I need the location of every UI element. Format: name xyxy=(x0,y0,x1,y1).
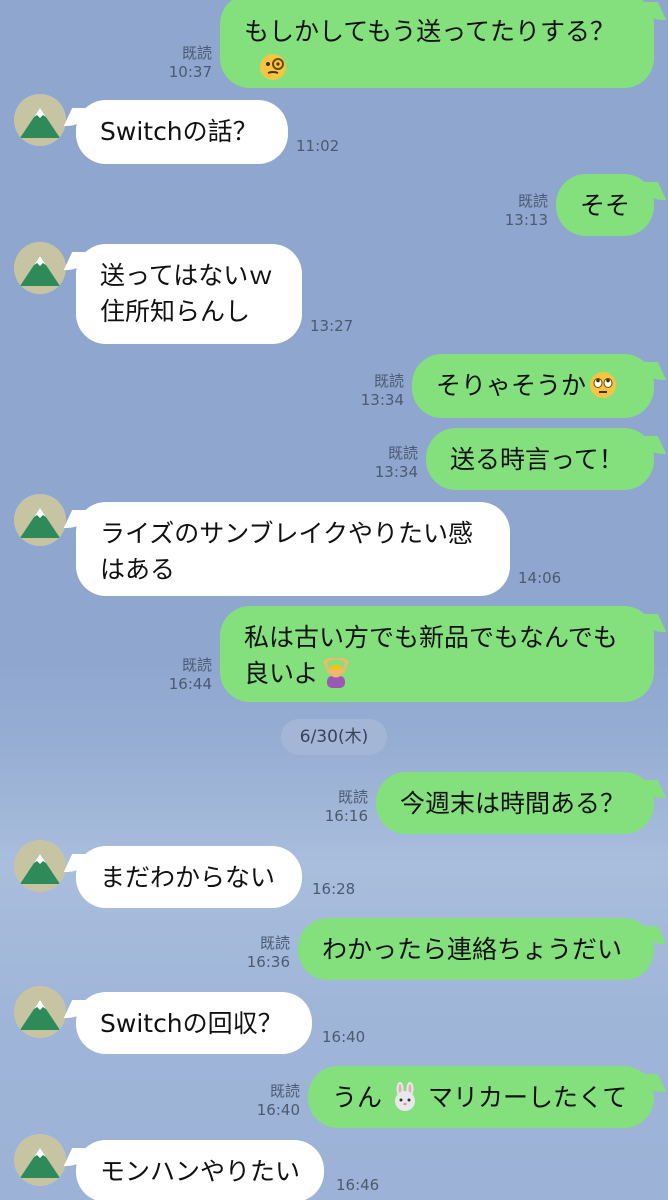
message-text: 住所知らんし xyxy=(100,297,251,326)
message-meta: 既読 10:37 xyxy=(160,44,212,82)
read-receipt: 既読 xyxy=(373,372,404,390)
message-time: 16:16 xyxy=(324,807,368,825)
message-text: 良いよ xyxy=(244,659,319,688)
rabbit-face-emoji xyxy=(390,1082,420,1112)
message-time: 14:06 xyxy=(518,569,562,587)
message-time: 16:28 xyxy=(312,880,356,898)
message-text: もしかしてもう送ってたりする？ xyxy=(244,17,616,46)
read-receipt: 既読 xyxy=(387,444,418,462)
incoming-message-bubble[interactable]: モンハンやりたい xyxy=(76,1140,324,1200)
message-text: モンハンやりたい xyxy=(100,1157,301,1186)
mountain-avatar-icon[interactable] xyxy=(14,94,66,146)
message-time: 16:36 xyxy=(246,953,290,971)
chat-view[interactable]: 既読 10:37 もしかしてもう送ってたりする？ Switchの話？ 11:02… xyxy=(0,0,668,1200)
message-text: マリカーしたくて xyxy=(428,1083,628,1112)
date-separator: 6/30(木) xyxy=(281,719,387,755)
read-receipt: 既読 xyxy=(181,656,212,674)
outgoing-message-bubble[interactable]: うん マリカーしたくて xyxy=(308,1066,654,1128)
ok-gesture-emoji xyxy=(321,658,351,688)
read-receipt: 既読 xyxy=(337,788,368,806)
message-time: 13:34 xyxy=(374,463,418,481)
eye-roll-emoji xyxy=(588,370,618,400)
message-meta: 既読 13:13 xyxy=(496,192,548,230)
outgoing-message-bubble[interactable]: そそ xyxy=(556,174,654,236)
message-meta: 既読 16:44 xyxy=(160,656,212,694)
message-meta: 既読 13:34 xyxy=(352,372,404,410)
message-time: 16:46 xyxy=(336,1176,380,1194)
outgoing-message-bubble[interactable]: そりゃそうか xyxy=(412,354,654,418)
read-receipt: 既読 xyxy=(517,192,548,210)
message-meta: 既読 13:34 xyxy=(366,444,418,482)
message-text: Switchの話？ xyxy=(100,117,258,146)
message-meta: 既読 16:40 xyxy=(248,1082,300,1120)
outgoing-message-bubble[interactable]: わかったら連絡ちょうだい xyxy=(298,918,654,980)
read-receipt: 既読 xyxy=(269,1082,300,1100)
outgoing-message-bubble[interactable]: 私は古い方でも新品でもなんでも 良いよ xyxy=(220,606,654,702)
read-receipt: 既読 xyxy=(181,44,212,62)
message-text: うん xyxy=(332,1083,383,1112)
message-text: そりゃそうか xyxy=(436,371,587,400)
mountain-avatar-icon[interactable] xyxy=(14,494,66,546)
message-time: 16:44 xyxy=(168,675,212,693)
message-text: そそ xyxy=(580,191,631,220)
message-text: ライズのサンブレイクやりたい感 xyxy=(100,519,474,548)
incoming-message-bubble[interactable]: まだわからない xyxy=(76,846,302,908)
incoming-message-bubble[interactable]: Switchの回収？ xyxy=(76,992,312,1054)
incoming-message-bubble[interactable]: ライズのサンブレイクやりたい感 はある xyxy=(76,502,510,596)
message-meta: 既読 16:16 xyxy=(316,788,368,826)
incoming-message-bubble[interactable]: Switchの話？ xyxy=(76,100,288,164)
outgoing-message-bubble[interactable]: 今週末は時間ある？ xyxy=(376,772,654,834)
message-text: 今週末は時間ある？ xyxy=(400,789,626,818)
incoming-message-bubble[interactable]: 送ってはないｗ 住所知らんし xyxy=(76,244,302,344)
read-receipt: 既読 xyxy=(259,934,290,952)
message-text: Switchの回収？ xyxy=(100,1009,283,1038)
outgoing-message-bubble[interactable]: 送る時言って！ xyxy=(426,428,654,490)
mountain-avatar-icon[interactable] xyxy=(14,986,66,1038)
message-time: 16:40 xyxy=(322,1028,366,1046)
message-text: 私は古い方でも新品でもなんでも xyxy=(244,623,618,652)
monocle-face-emoji xyxy=(258,52,288,82)
message-time: 10:37 xyxy=(168,63,212,81)
message-text: 送る時言って！ xyxy=(450,445,624,474)
message-text: 送ってはないｗ xyxy=(100,261,274,290)
message-text: はある xyxy=(100,555,176,584)
message-time: 11:02 xyxy=(296,137,340,155)
message-text: まだわからない xyxy=(100,863,276,892)
message-meta: 既読 16:36 xyxy=(238,934,290,972)
mountain-avatar-icon[interactable] xyxy=(14,242,66,294)
outgoing-message-bubble[interactable]: もしかしてもう送ってたりする？ xyxy=(220,0,654,88)
message-time: 13:13 xyxy=(504,211,548,229)
message-text: わかったら連絡ちょうだい xyxy=(322,935,623,964)
mountain-avatar-icon[interactable] xyxy=(14,840,66,892)
mountain-avatar-icon[interactable] xyxy=(14,1134,66,1186)
message-time: 16:40 xyxy=(256,1101,300,1119)
message-time: 13:27 xyxy=(310,317,354,335)
message-time: 13:34 xyxy=(360,391,404,409)
